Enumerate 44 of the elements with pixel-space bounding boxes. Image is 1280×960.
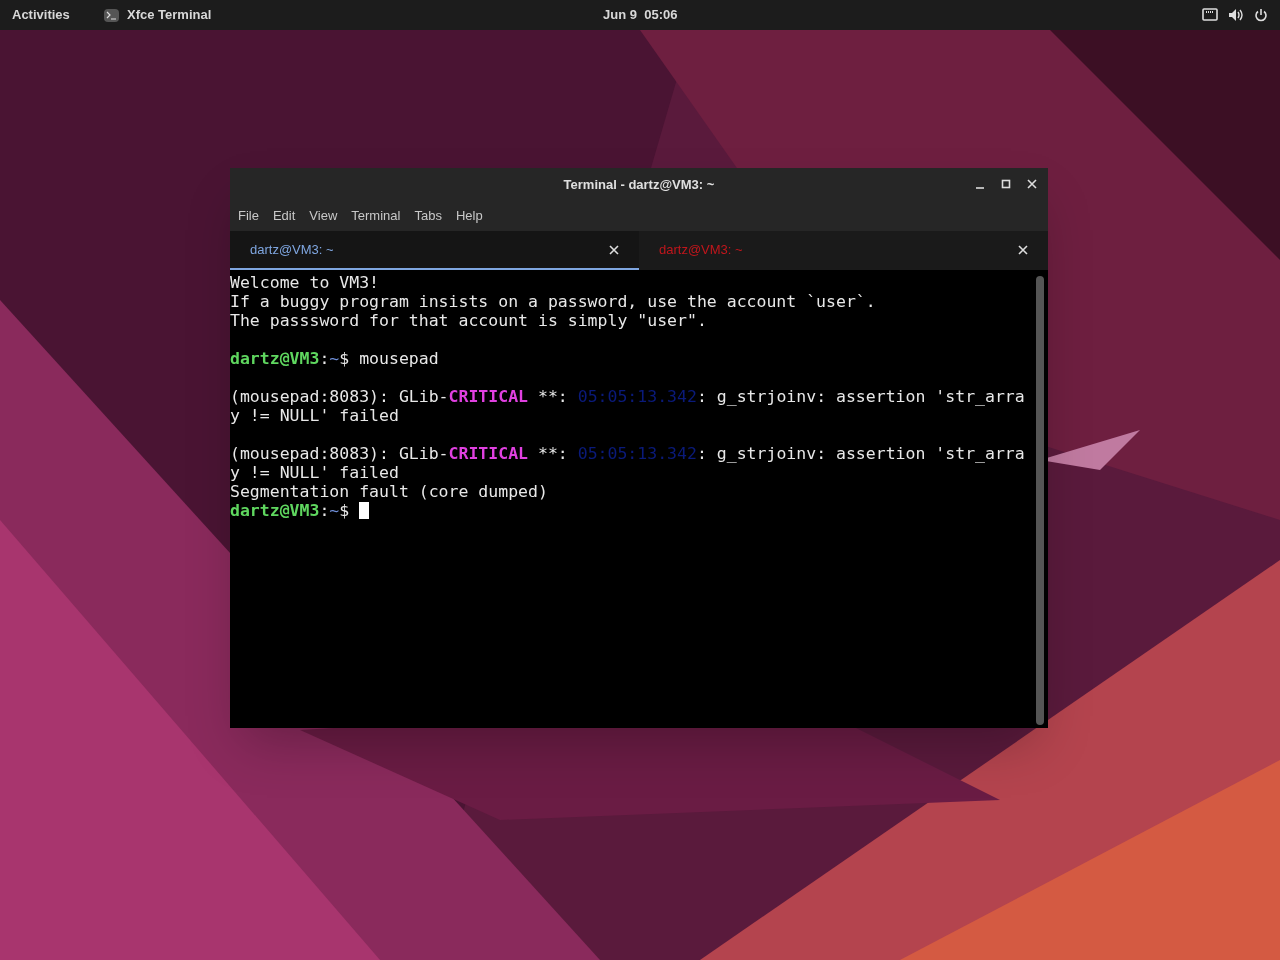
terminal-text: The passsword for that account is simply "user". xyxy=(230,311,707,330)
menu-item[interactable]: Edit xyxy=(272,206,296,226)
terminal-text: (mousepad:8083): GLib- xyxy=(230,387,449,406)
terminal-text: : g_strjoinv: assertion 'str_arra xyxy=(696,444,1025,463)
power-icon[interactable] xyxy=(1254,8,1268,22)
menu-item[interactable]: Terminal xyxy=(351,206,401,226)
terminal-text: If a buggy program insists on a password, use the account `user`. xyxy=(230,292,876,311)
critical-label: CRITICAL xyxy=(448,387,529,406)
prompt-user: dartz@VM3 xyxy=(230,501,320,520)
terminal-text: $ xyxy=(339,501,351,520)
terminal-text: Segmentation fault (core dumped) xyxy=(230,482,548,501)
terminal-text: : xyxy=(319,349,330,368)
terminal-text: (mousepad:8083): GLib- xyxy=(230,444,449,463)
terminal-text: **: xyxy=(536,387,569,406)
terminal-text: y != NULL' failed xyxy=(230,406,399,425)
window-title: Terminal - dartz@VM3: ~ xyxy=(563,175,715,194)
terminal-text: Welcome to VM3! xyxy=(230,273,379,292)
volume-icon[interactable] xyxy=(1228,8,1244,22)
prompt-user: dartz@VM3 xyxy=(230,349,320,368)
network-icon[interactable] xyxy=(1202,8,1218,22)
terminal-text: y != NULL' failed xyxy=(230,463,399,482)
prompt-path: ~ xyxy=(329,349,340,368)
menu-item[interactable]: Tabs xyxy=(414,206,442,226)
app-name[interactable]: Xfce Terminal xyxy=(127,5,212,25)
activities-button[interactable]: Activities xyxy=(12,5,104,25)
menu-item[interactable]: View xyxy=(309,206,338,226)
close-icon[interactable] xyxy=(609,244,619,255)
timestamp: 05:05:13.342 xyxy=(577,387,697,406)
prompt-path: ~ xyxy=(329,501,340,520)
terminal-app-icon[interactable] xyxy=(104,8,119,22)
terminal-text: $ mousepad xyxy=(339,349,439,368)
maximize-icon[interactable] xyxy=(1000,178,1012,190)
terminal-text: : xyxy=(319,501,330,520)
scrollbar[interactable] xyxy=(1036,276,1044,725)
close-icon[interactable] xyxy=(1026,178,1038,190)
timestamp: 05:05:13.342 xyxy=(577,444,697,463)
menu-item[interactable]: File xyxy=(238,206,259,226)
critical-label: CRITICAL xyxy=(448,444,529,463)
terminal-text: : g_strjoinv: assertion 'str_arra xyxy=(696,387,1025,406)
clock[interactable]: Jun 9 05:06 xyxy=(603,5,678,25)
tab[interactable]: dartz@VM3: ~ xyxy=(230,231,639,270)
close-icon[interactable] xyxy=(1018,244,1028,255)
menu-item[interactable]: Help xyxy=(455,206,483,226)
terminal-text: **: xyxy=(536,444,569,463)
